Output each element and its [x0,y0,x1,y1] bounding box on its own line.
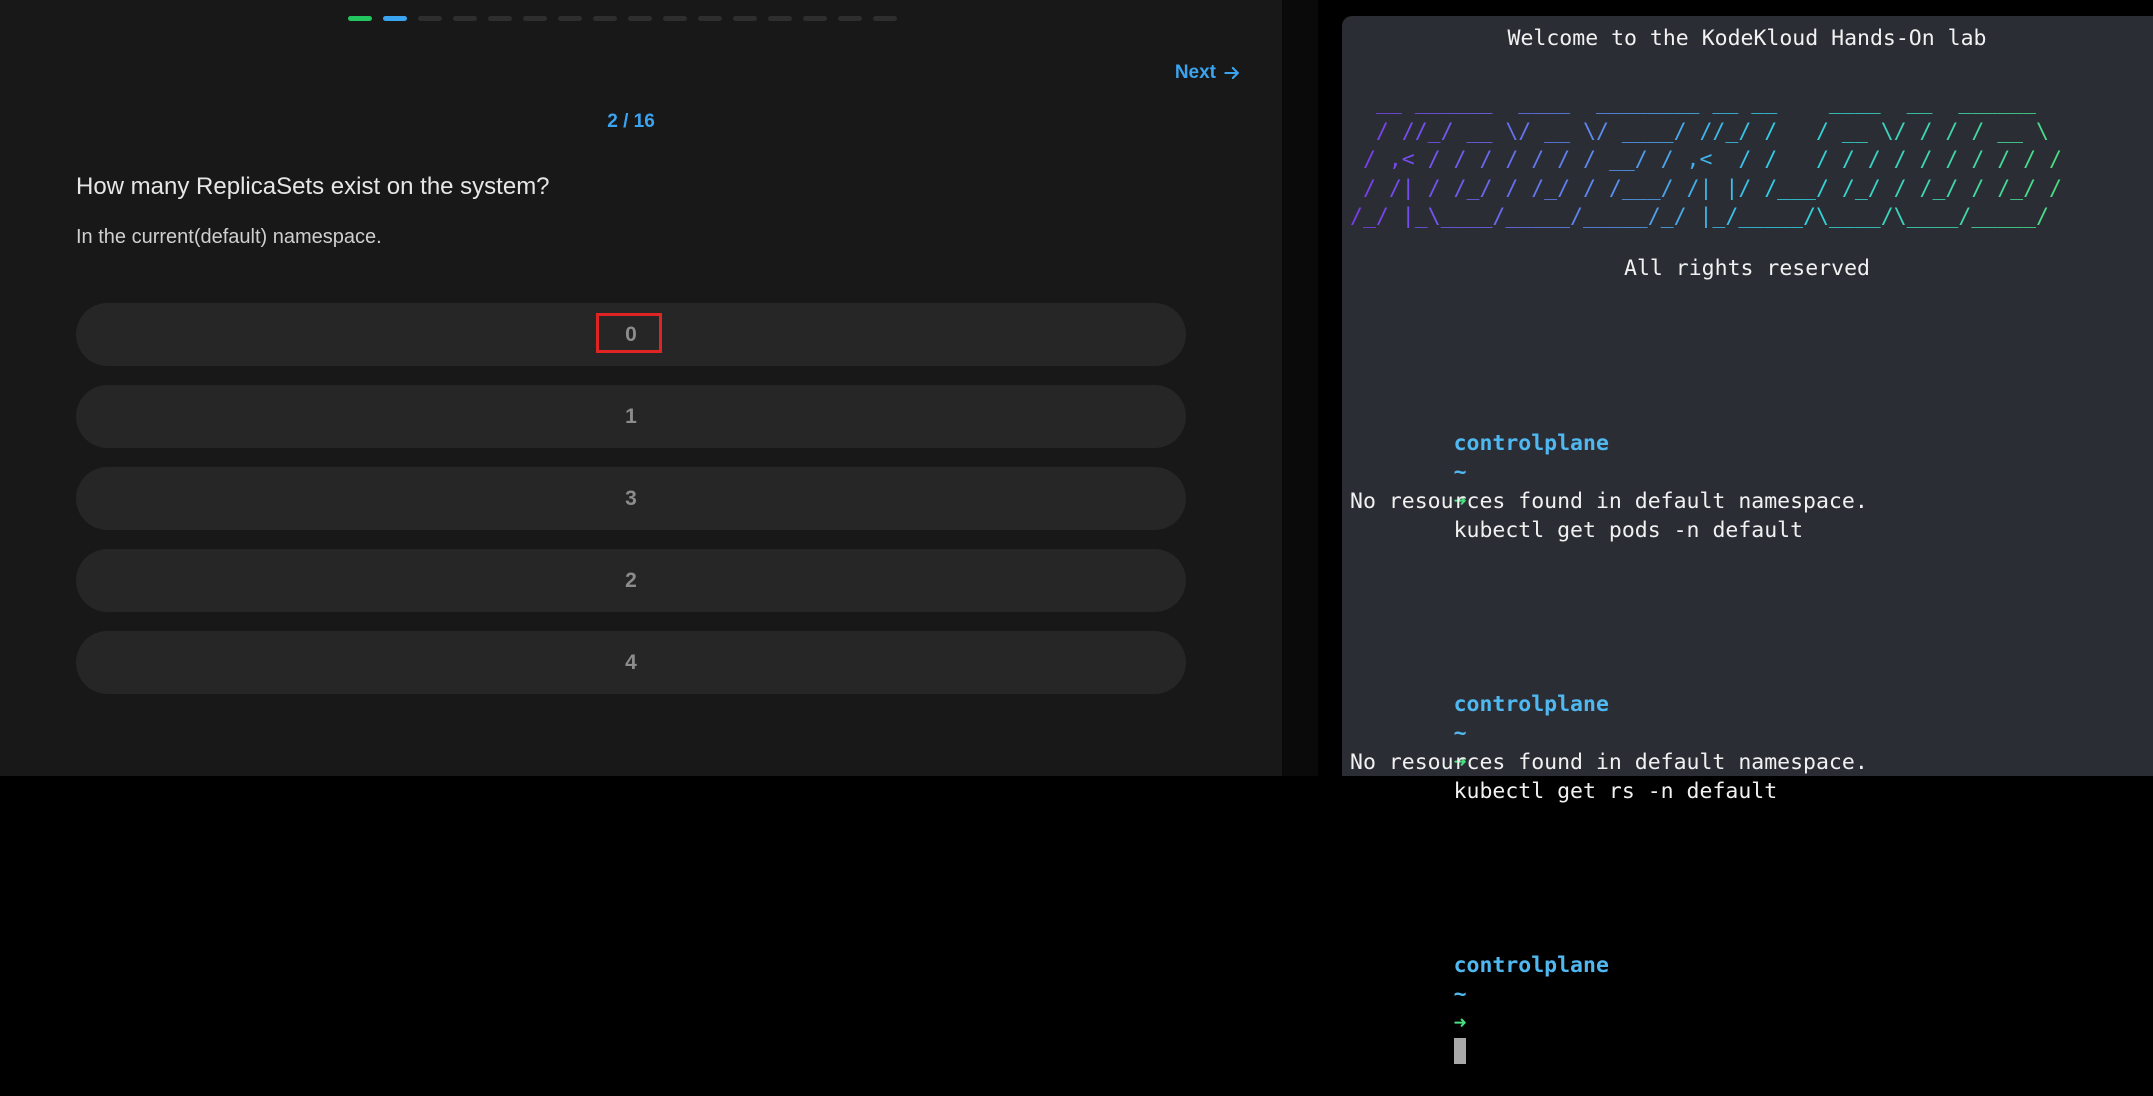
answer-option[interactable]: 2 [76,549,1186,612]
answer-option-label: 3 [625,486,637,510]
answer-option[interactable]: 3 [76,467,1186,530]
next-button-label: Next [1174,62,1216,83]
progress-segment [698,16,722,21]
question-text: How many ReplicaSets exist on the system… [76,173,550,200]
terminal[interactable]: Welcome to the KodeKloud Hands-On lab __… [1342,16,2153,1064]
progress-segment [593,16,617,21]
progress-segment [768,16,792,21]
question-subtext: In the current(default) namespace. [76,226,382,248]
answer-option[interactable]: 1 [76,385,1186,448]
selection-highlight-box [596,313,662,353]
command-output: No resources found in default namespace. [1350,750,1868,775]
terminal-rights: All rights reserved [1624,256,1870,281]
progress-segment [628,16,652,21]
progress-segment [558,16,582,21]
command-text: kubectl get pods -n default [1453,518,1804,543]
progress-segment [418,16,442,21]
progress-segment [453,16,477,21]
progress-segment [873,16,897,21]
prompt-tilde: ~ [1453,721,1467,746]
answer-option-label: 1 [625,404,637,428]
progress-segment [838,16,862,21]
prompt-tilde: ~ [1453,460,1467,485]
progress-segment [383,16,407,21]
prompt-tilde: ~ [1453,982,1467,1007]
progress-segment [488,16,512,21]
progress-segment [733,16,757,21]
answer-option-label: 2 [625,568,637,592]
answer-option[interactable]: 0 [76,303,1186,366]
progress-segment [663,16,687,21]
progress-segment [348,16,372,21]
progress-segment [523,16,547,21]
progress-segment [803,16,827,21]
answer-option-label: 4 [625,650,637,674]
prompt-host: controlplane [1453,953,1609,978]
answer-options: 0 1 3 2 4 [76,303,1186,713]
prompt-arrow-icon: ➜ [1453,1011,1467,1036]
progress-bar [348,16,897,21]
terminal-active-prompt[interactable]: controlplane ~ ➜ [1350,922,1868,1064]
terminal-command-line: controlplane ~ ➜ kubectl get rs -n defau… [1350,661,1868,804]
terminal-output: controlplane ~ ➜ kubectl get pods -n def… [1350,342,1868,1064]
prompt-host: controlplane [1453,431,1609,456]
terminal-panel: Welcome to the KodeKloud Hands-On lab __… [1318,0,2153,1064]
question-counter: 2 / 16 [607,111,655,132]
next-button[interactable]: Next [1175,62,1242,84]
arrow-right-icon [1224,66,1239,80]
answer-option[interactable]: 4 [76,631,1186,694]
terminal-command-line: controlplane ~ ➜ kubectl get pods -n def… [1350,400,1868,543]
command-output: No resources found in default namespace. [1350,489,1868,514]
prompt-host: controlplane [1453,692,1609,717]
kodekloud-ascii-logo: __ ______ ____ ________ __ __ ____ __ __… [1350,89,2062,232]
terminal-cursor [1453,1038,1466,1064]
panel-divider[interactable] [1282,0,1318,776]
quiz-panel: Next 2 / 16 How many ReplicaSets exist o… [0,0,1282,776]
terminal-welcome: Welcome to the KodeKloud Hands-On lab [1507,26,1987,51]
command-text: kubectl get rs -n default [1453,779,1778,804]
